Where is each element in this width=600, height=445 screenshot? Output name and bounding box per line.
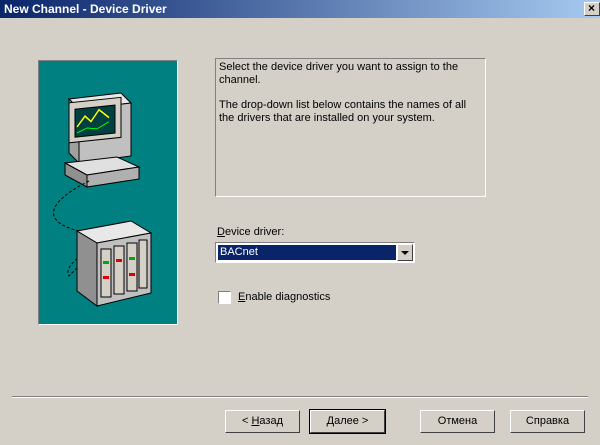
separator bbox=[12, 396, 588, 398]
help-button[interactable]: Справка bbox=[510, 410, 585, 433]
enable-diagnostics-checkbox[interactable] bbox=[218, 291, 231, 304]
close-button[interactable]: × bbox=[584, 1, 600, 16]
device-driver-label: Device driver: bbox=[217, 226, 284, 238]
enable-diagnostics-label[interactable]: Enable diagnostics bbox=[238, 291, 330, 303]
window-title: New Channel - Device Driver bbox=[4, 2, 167, 16]
device-driver-dropdown[interactable]: BACnet bbox=[215, 242, 415, 263]
next-button[interactable]: Далее > bbox=[309, 409, 386, 434]
cancel-button[interactable]: Отмена bbox=[420, 410, 495, 433]
device-driver-selected: BACnet bbox=[218, 245, 396, 260]
description-text-2: The drop-down list below contains the na… bbox=[219, 99, 467, 124]
description-box: Select the device driver you want to ass… bbox=[215, 58, 486, 197]
back-rest: азад bbox=[259, 415, 283, 427]
title-bar[interactable]: New Channel - Device Driver × bbox=[0, 0, 600, 18]
close-icon: × bbox=[588, 1, 596, 15]
enable-diagnostics-rest: nable diagnostics bbox=[245, 291, 331, 303]
next-accel: Д bbox=[326, 415, 335, 427]
next-rest: алее > bbox=[334, 415, 369, 427]
device-driver-label-accel: D bbox=[217, 226, 225, 238]
device-driver-label-rest: evice driver: bbox=[224, 226, 285, 238]
description-text-1: Select the device driver you want to ass… bbox=[219, 61, 459, 86]
wizard-illustration bbox=[38, 60, 178, 325]
back-button[interactable]: < Назад bbox=[225, 410, 300, 433]
computer-device-icon bbox=[53, 92, 153, 307]
chevron-down-icon[interactable] bbox=[397, 244, 413, 261]
